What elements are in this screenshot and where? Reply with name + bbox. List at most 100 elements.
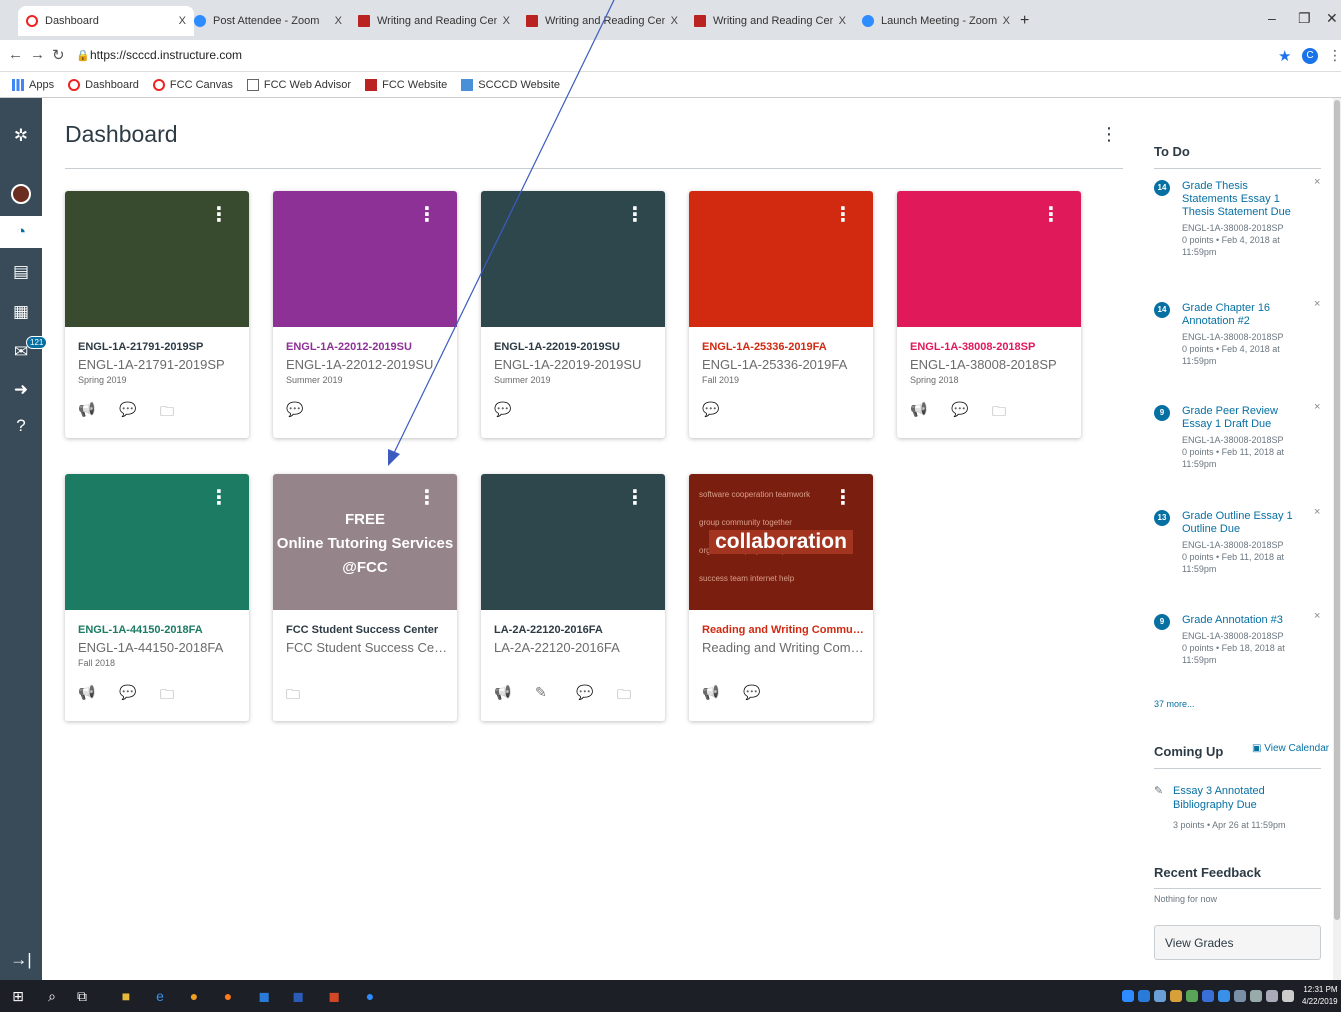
dismiss-todo-icon[interactable]: × <box>1314 506 1320 518</box>
card-options-icon[interactable]: ⋮ <box>209 488 229 508</box>
course-card[interactable]: ⋮ ENGL-1A-25336-2019FA ENGL-1A-25336-2019F… <box>689 191 873 438</box>
browser-tab-launch-meeting[interactable]: Launch Meeting - Zoom X <box>854 6 1018 36</box>
page-scrollbar[interactable] <box>1333 98 1341 980</box>
course-card-code-link[interactable]: ENGL-1A-22019-2019SU <box>494 341 659 353</box>
network-tray-icon[interactable] <box>1250 990 1262 1002</box>
discussions-icon[interactable]: 💬 <box>286 401 317 418</box>
assignments-icon[interactable]: ✎ <box>535 684 566 708</box>
course-card-code-link[interactable]: ENGL-1A-22012-2019SU <box>286 341 451 353</box>
card-options-icon[interactable]: ⋮ <box>417 205 437 225</box>
tray-icon[interactable] <box>1186 990 1198 1002</box>
task-view-icon[interactable]: ⧉ <box>72 986 92 1006</box>
outlook-tray-icon[interactable] <box>1138 990 1150 1002</box>
window-close-icon[interactable]: ✕ <box>1326 10 1338 27</box>
bookmark-apps[interactable]: Apps <box>12 78 54 91</box>
internet-explorer-icon[interactable]: e <box>150 986 170 1006</box>
course-card-header[interactable]: ⋮ <box>897 191 1081 327</box>
dismiss-todo-icon[interactable]: × <box>1314 401 1320 413</box>
discussions-icon[interactable]: 💬 <box>576 684 607 708</box>
volume-tray-icon[interactable] <box>1282 990 1294 1002</box>
course-card-header[interactable]: ⋮ <box>481 474 665 610</box>
discussions-icon[interactable]: 💬 <box>119 684 150 708</box>
course-card-code-link[interactable]: ENGL-1A-44150-2018FA <box>78 624 243 636</box>
course-card-header[interactable]: software cooperation teamwork group commu… <box>689 474 873 610</box>
course-card-code-link[interactable]: ENGL-1A-38008-2018SP <box>910 341 1075 353</box>
search-icon[interactable]: ⌕ <box>42 986 62 1006</box>
new-tab-button[interactable]: + <box>1020 12 1029 30</box>
files-icon[interactable]: 🗀 <box>286 684 317 708</box>
course-card[interactable]: ⋮ ENGL-1A-22012-2019SU ENGL-1A-22012-2019S… <box>273 191 457 438</box>
course-card[interactable]: ⋮ LA-2A-22120-2016FA LA-2A-22120-2016FA 📢 ✎ 💬… <box>481 474 665 721</box>
tray-icon[interactable] <box>1234 990 1246 1002</box>
dismiss-todo-icon[interactable]: × <box>1314 610 1320 622</box>
file-explorer-icon[interactable]: ■ <box>116 986 136 1006</box>
close-tab-icon[interactable]: X <box>335 15 342 27</box>
files-icon[interactable]: 🗀 <box>160 684 191 708</box>
todo-item-link[interactable]: Grade Peer Review Essay 1 Draft Due <box>1182 405 1302 431</box>
discussions-icon[interactable]: 💬 <box>494 401 525 418</box>
course-card[interactable]: FREE Online Tutoring Services @FCC ⋮ FCC Stu… <box>273 474 457 721</box>
bookmark-dashboard[interactable]: Dashboard <box>68 78 139 91</box>
url-field[interactable]: https://scccd.instructure.com <box>90 48 242 62</box>
dismiss-todo-icon[interactable]: × <box>1314 298 1320 310</box>
files-icon[interactable]: 🗀 <box>160 401 191 425</box>
firefox-icon[interactable]: ● <box>218 986 238 1006</box>
card-options-icon[interactable]: ⋮ <box>417 488 437 508</box>
courses-nav-icon[interactable]: ▤ <box>0 256 42 288</box>
course-card-header[interactable]: ⋮ <box>65 191 249 327</box>
course-card-header[interactable]: ⋮ <box>481 191 665 327</box>
view-grades-button[interactable]: View Grades <box>1154 925 1321 960</box>
browser-tab-writing-center-2[interactable]: Writing and Reading Center | Fre X <box>518 6 686 36</box>
course-card-header[interactable]: ⋮ <box>65 474 249 610</box>
back-arrow-icon[interactable]: ← <box>8 46 23 63</box>
files-icon[interactable]: 🗀 <box>992 401 1023 425</box>
zoom-tray-icon[interactable] <box>1122 990 1134 1002</box>
discussions-icon[interactable]: 💬 <box>743 684 774 701</box>
display-tray-icon[interactable] <box>1266 990 1278 1002</box>
view-calendar-link[interactable]: ▣ View Calendar <box>1252 743 1329 754</box>
card-options-icon[interactable]: ⋮ <box>625 488 645 508</box>
close-tab-icon[interactable]: X <box>179 15 186 27</box>
browser-tab-post-attendee[interactable]: Post Attendee - Zoom X <box>186 6 350 36</box>
course-card[interactable]: ⋮ ENGL-1A-44150-2018FA ENGL-1A-44150-2018F… <box>65 474 249 721</box>
dashboard-nav-icon[interactable]: ◔ <box>0 216 42 248</box>
todo-item-link[interactable]: Grade Thesis Statements Essay 1 Thesis S… <box>1182 180 1302 219</box>
zoom-icon[interactable]: ● <box>360 986 380 1006</box>
course-card-code-link[interactable]: LA-2A-22120-2016FA <box>494 624 659 636</box>
security-tray-icon[interactable] <box>1154 990 1166 1002</box>
commons-nav-icon[interactable]: ➜ <box>0 374 42 406</box>
bluetooth-tray-icon[interactable] <box>1218 990 1230 1002</box>
close-tab-icon[interactable]: X <box>1003 15 1010 27</box>
announcements-icon[interactable]: 📢 <box>494 684 525 708</box>
discussions-icon[interactable]: 💬 <box>702 401 733 418</box>
course-card-code-link[interactable]: FCC Student Success Center <box>286 624 451 636</box>
account-nav[interactable] <box>0 178 42 210</box>
canvas-logo-icon[interactable]: ✲ <box>0 120 42 152</box>
bookmark-fcc-canvas[interactable]: FCC Canvas <box>152 78 233 91</box>
coming-up-item-link[interactable]: Essay 3 Annotated Bibliography Due <box>1173 784 1323 812</box>
card-options-icon[interactable]: ⋮ <box>209 205 229 225</box>
close-tab-icon[interactable]: X <box>671 15 678 27</box>
todo-item-link[interactable]: Grade Annotation #3 <box>1182 614 1302 627</box>
announcements-icon[interactable]: 📢 <box>78 401 109 425</box>
chrome-icon[interactable]: ● <box>184 986 204 1006</box>
bookmark-scccd-website[interactable]: SCCCD Website <box>461 78 560 91</box>
card-options-icon[interactable]: ⋮ <box>833 205 853 225</box>
course-card[interactable]: ⋮ ENGL-1A-21791-2019SP ENGL-1A-21791-2019S… <box>65 191 249 438</box>
course-card-code-link[interactable]: ENGL-1A-21791-2019SP <box>78 341 243 353</box>
minimize-icon[interactable]: – <box>1268 10 1276 26</box>
windows-start-icon[interactable]: ⊞ <box>8 986 28 1006</box>
word-icon[interactable]: ◼ <box>288 986 308 1006</box>
tray-icon[interactable] <box>1170 990 1182 1002</box>
dashboard-options-icon[interactable]: ⋮ <box>1100 124 1118 145</box>
browser-menu-icon[interactable]: ⋮ <box>1328 47 1341 64</box>
collapse-nav-icon[interactable]: →| <box>0 944 42 976</box>
browser-tab-writing-center-3[interactable]: Writing and Reading Center | Fre X <box>686 6 854 36</box>
powerpoint-icon[interactable]: ◼ <box>324 986 344 1006</box>
card-options-icon[interactable]: ⋮ <box>625 205 645 225</box>
course-card[interactable]: software cooperation teamwork group commu… <box>689 474 873 721</box>
profile-avatar[interactable]: C <box>1302 48 1318 64</box>
todo-item-link[interactable]: Grade Outline Essay 1 Outline Due <box>1182 510 1302 536</box>
dismiss-todo-icon[interactable]: × <box>1314 176 1320 188</box>
forward-arrow-icon[interactable]: → <box>30 46 45 63</box>
